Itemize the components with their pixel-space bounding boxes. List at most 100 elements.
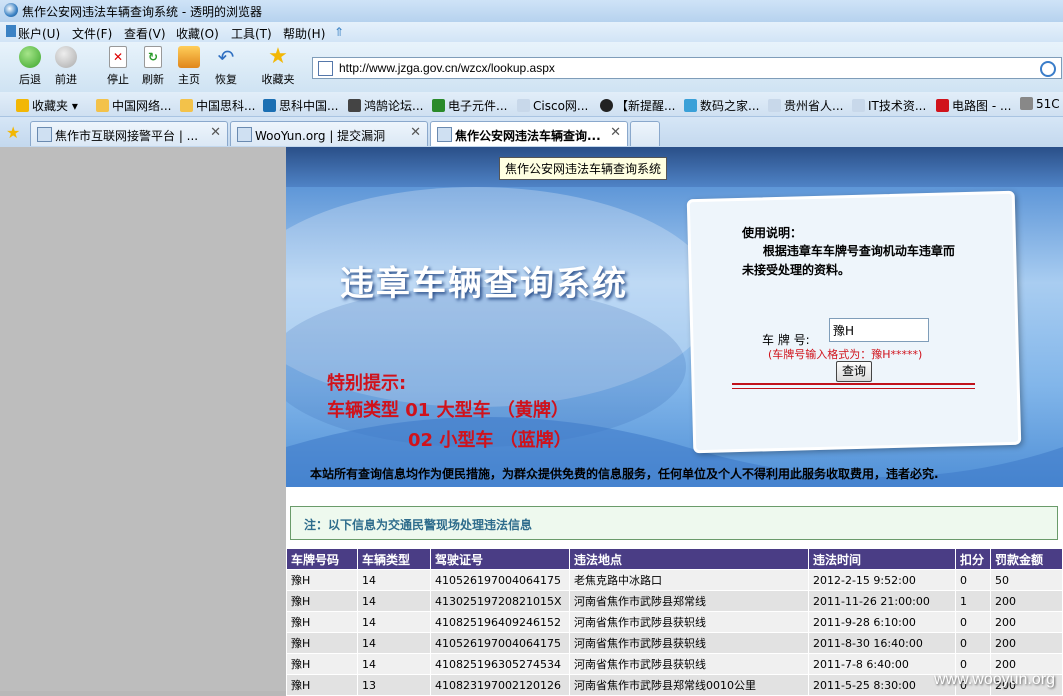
21-icon <box>936 99 949 112</box>
close-icon[interactable]: ✕ <box>210 125 221 140</box>
fav-item-3[interactable]: 思科中国... <box>263 97 338 114</box>
page-icon <box>517 99 530 112</box>
home-icon <box>178 46 200 68</box>
fav-item-2[interactable]: 中国思科... <box>180 97 255 114</box>
menu-view[interactable]: 查看(V) <box>124 25 166 42</box>
divider <box>732 383 975 389</box>
table-cell: 0 <box>955 632 991 654</box>
favorites-menu[interactable]: 收藏夹 ▾ <box>16 97 78 114</box>
new-tab-button[interactable] <box>630 121 660 146</box>
fav-item-7[interactable]: 【新提醒... <box>600 97 675 114</box>
table-cell: 0 <box>955 569 991 591</box>
table-cell: 豫H <box>286 590 358 612</box>
usage-line-2: 未接受处理的资料。 <box>742 263 851 277</box>
table-cell: 0 <box>955 611 991 633</box>
address-url[interactable]: http://www.jzga.gov.cn/wzcx/lookup.aspx <box>339 61 555 75</box>
tip-heading: 特别提示: <box>327 373 407 394</box>
table-cell: 13 <box>357 674 431 696</box>
refresh-button[interactable]: ↻ 刷新 <box>135 46 171 87</box>
address-bar[interactable]: http://www.jzga.gov.cn/wzcx/lookup.aspx <box>312 57 1062 79</box>
table-cell: 14 <box>357 569 431 591</box>
home-label: 主页 <box>178 73 200 86</box>
fav-item-12[interactable]: 51C <box>1020 97 1060 111</box>
fav-item-9[interactable]: 贵州省人... <box>768 97 843 114</box>
back-button[interactable]: 后退 <box>12 46 48 87</box>
tip-line-1: 车辆类型 01 大型车 （黄牌） <box>327 400 569 421</box>
page-icon <box>852 99 865 112</box>
table-cell: 2011-9-28 6:10:00 <box>808 611 956 633</box>
table-cell: 豫H <box>286 611 358 633</box>
pin-icon[interactable]: ⇑ <box>334 25 344 39</box>
page-icon <box>768 99 781 112</box>
col-location: 违法地点 <box>569 548 809 570</box>
menu-tools[interactable]: 工具(T) <box>231 25 272 42</box>
col-points: 扣分 <box>955 548 991 570</box>
favorites-menu-label: 收藏夹 <box>32 99 69 113</box>
table-cell: 豫H <box>286 674 358 696</box>
table-cell: 豫H <box>286 653 358 675</box>
fav-label: 贵州省人... <box>784 99 844 113</box>
table-cell: 14 <box>357 653 431 675</box>
forward-button[interactable]: 前进 <box>48 46 84 87</box>
fav-item-10[interactable]: IT技术资... <box>852 97 926 114</box>
restore-label: 恢复 <box>215 73 237 86</box>
table-cell: 豫H <box>286 569 358 591</box>
refresh-icon: ↻ <box>144 46 162 68</box>
favorites-star-icon[interactable]: ★ <box>6 123 20 142</box>
fav-item-11[interactable]: 电路图 - ... <box>936 97 1011 114</box>
tab-1[interactable]: 焦作市互联网接警平台 | ... ✕ <box>30 121 228 146</box>
info-box: 注：以下信息为交通民警现场处理违法信息 <box>290 506 1058 540</box>
tab-tooltip: 焦作公安网违法车辆查询系统 <box>499 157 668 180</box>
table-row: 豫H 14 410825196409246152 河南省焦作市武陟县获轵线 2011-9… <box>286 611 1063 633</box>
table-cell: 410526197004064175 <box>430 632 570 654</box>
fav-item-8[interactable]: 数码之家... <box>684 97 759 114</box>
col-plate: 车牌号码 <box>286 548 358 570</box>
favorites-bar: 收藏夹 ▾ 中国网络... 中国思科... 思科中国... 鸿鹄论坛... 电子… <box>0 92 1063 117</box>
table-cell: 14 <box>357 590 431 612</box>
back-arrow-icon <box>19 46 41 68</box>
tab-2[interactable]: WooYun.org | 提交漏洞 ✕ <box>230 121 428 146</box>
fav-item-1[interactable]: 中国网络... <box>96 97 171 114</box>
table-cell: 200 <box>990 590 1063 612</box>
banner-header <box>286 147 1063 187</box>
menu-account[interactable]: 账户(U) <box>18 25 60 42</box>
plate-input[interactable] <box>829 318 929 342</box>
tab-label: 焦作公安网违法车辆查询... <box>455 129 601 143</box>
close-icon[interactable]: ✕ <box>610 125 621 140</box>
restore-button[interactable]: ↶ 恢复 <box>208 46 244 87</box>
back-label: 后退 <box>19 73 41 86</box>
query-button[interactable]: 查询 <box>836 361 872 382</box>
menu-file[interactable]: 文件(F) <box>72 25 112 42</box>
fav-item-4[interactable]: 鸿鹄论坛... <box>348 97 423 114</box>
folder-icon <box>180 99 193 112</box>
fav-label: IT技术资... <box>868 99 927 113</box>
table-cell: 410825196409246152 <box>430 611 570 633</box>
menu-favorites[interactable]: 收藏(O) <box>176 25 219 42</box>
watermark: www.wooyun.org <box>934 671 1055 688</box>
col-type: 车辆类型 <box>357 548 431 570</box>
table-cell: 豫H <box>286 632 358 654</box>
tab-3[interactable]: 焦作公安网违法车辆查询... ✕ <box>430 121 628 146</box>
table-cell: 50 <box>990 569 1063 591</box>
fav-item-5[interactable]: 电子元件... <box>432 97 507 114</box>
window-titlebar: 焦作公安网违法车辆查询系统 - 透明的浏览器 <box>0 0 1063 23</box>
favorites-label: 收藏夹 <box>261 73 295 86</box>
fav-item-6[interactable]: Cisco网... <box>517 97 588 114</box>
close-icon[interactable]: ✕ <box>410 125 421 140</box>
tab-label: 焦作市互联网接警平台 | ... <box>55 129 199 143</box>
tab-label: WooYun.org | 提交漏洞 <box>255 129 386 143</box>
star-small-icon <box>16 99 29 112</box>
menu-grip-icon <box>6 25 16 37</box>
menu-help[interactable]: 帮助(H) <box>283 25 325 42</box>
table-cell: 41302519720821015X <box>430 590 570 612</box>
refresh-small-icon[interactable] <box>1040 61 1056 77</box>
stop-button[interactable]: ✕ 停止 <box>100 46 136 87</box>
table-cell: 410825196305274534 <box>430 653 570 675</box>
col-fine: 罚款金额 <box>990 548 1063 570</box>
favorites-button[interactable]: ★ 收藏夹 <box>260 46 296 87</box>
table-cell: 2012-2-15 9:52:00 <box>808 569 956 591</box>
fav-label: 思科中国... <box>279 99 339 113</box>
home-button[interactable]: 主页 <box>171 46 207 87</box>
page-icon <box>37 127 52 142</box>
usage-line-1-text: 根据违章车车牌号查询机动车违章而 <box>762 244 955 258</box>
